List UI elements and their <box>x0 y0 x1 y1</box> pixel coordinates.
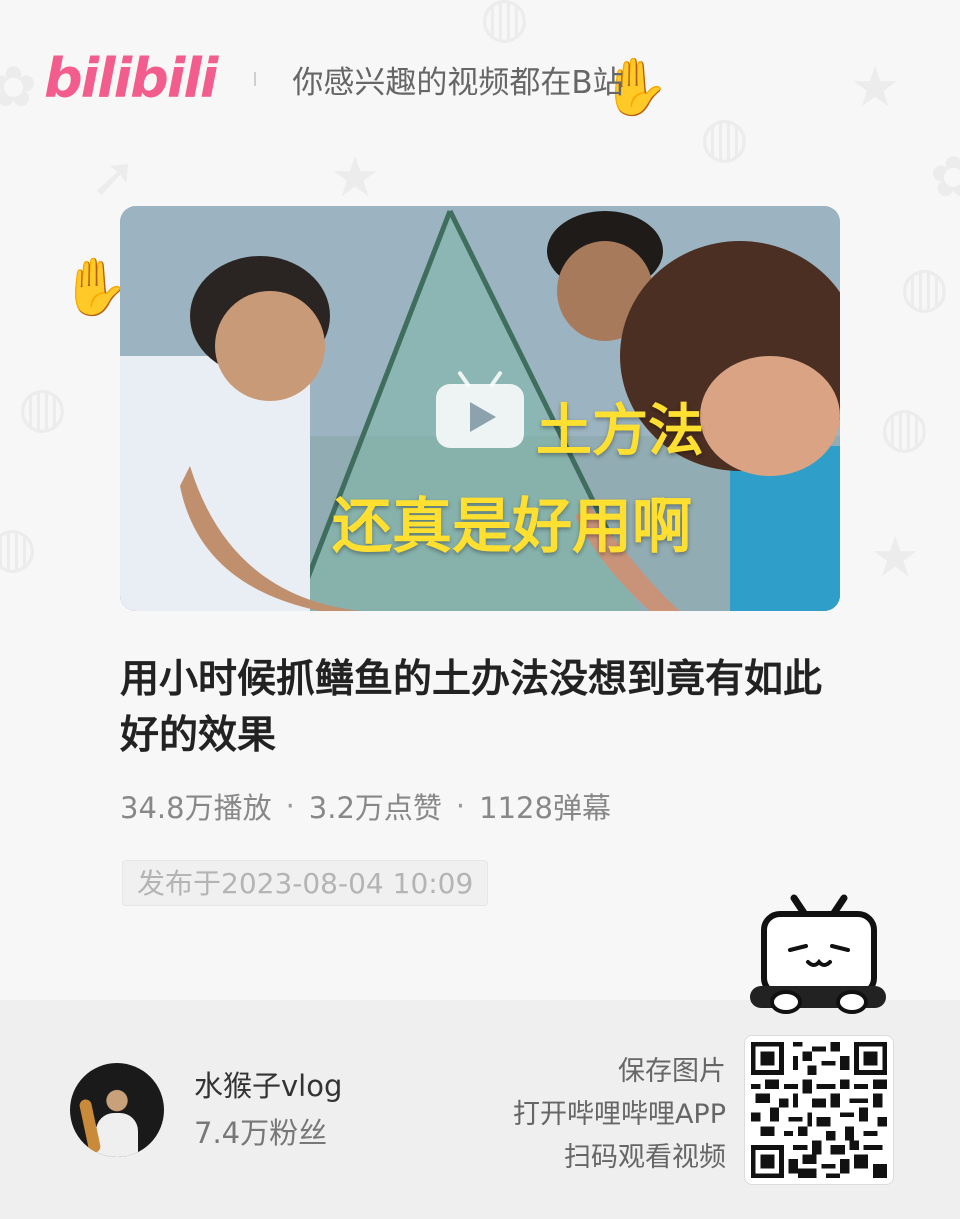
separator-dot: · <box>455 789 466 823</box>
qr-code-icon <box>751 1042 887 1178</box>
play-icon[interactable] <box>436 384 524 448</box>
avatar-figure <box>96 1113 138 1157</box>
uploader-name[interactable]: 水猴子vlog <box>194 1063 342 1105</box>
slogan: 你感兴趣的视频都在B站 <box>292 64 624 101</box>
bilibili-logo[interactable]: bilibili <box>44 52 218 106</box>
qr-line-open-app: 打开哔哩哔哩APP <box>512 1099 726 1130</box>
header: bilibili 你感兴趣的视频都在B站 <box>44 44 624 114</box>
uploader-avatar[interactable] <box>70 1063 164 1157</box>
share-card: ✿ ➚ ★ ✋ ◍ ◍ ★ ◍ ◍ ★ ✿ ◍ ◍ ✋ bilibili 你感兴… <box>0 0 960 1000</box>
publish-time: 发布于2023-08-04 10:09 <box>122 860 489 906</box>
danmaku-count: 1128弹幕 <box>479 791 611 825</box>
separator-dot: · <box>285 789 295 823</box>
fan-count: 7.4万粉丝 <box>194 1116 328 1150</box>
qr-line-save: 保存图片 <box>618 1056 726 1087</box>
bilibili-tv-mascot-icon <box>750 894 886 1014</box>
like-count: 3.2万点赞 <box>308 791 442 825</box>
qr-code[interactable] <box>744 1035 894 1185</box>
video-stats: 34.8万播放 · 3.2万点赞 · 1128弹幕 <box>120 785 611 827</box>
video-cover[interactable]: 土方法 还真是好用啊 <box>120 206 840 611</box>
video-title[interactable]: 用小时候抓鳝鱼的土办法没想到竟有如此好的效果 <box>120 652 840 764</box>
qr-line-scan: 扫码观看视频 <box>564 1142 726 1173</box>
qr-instructions: 保存图片 打开哔哩哔哩APP 扫码观看视频 <box>513 1050 726 1179</box>
header-divider <box>254 72 257 86</box>
play-count: 34.8万播放 <box>120 791 272 825</box>
cover-caption-line2: 还真是好用啊 <box>332 492 692 562</box>
play-triangle <box>470 402 496 432</box>
cover-caption-line1: 土方法 <box>536 399 704 464</box>
